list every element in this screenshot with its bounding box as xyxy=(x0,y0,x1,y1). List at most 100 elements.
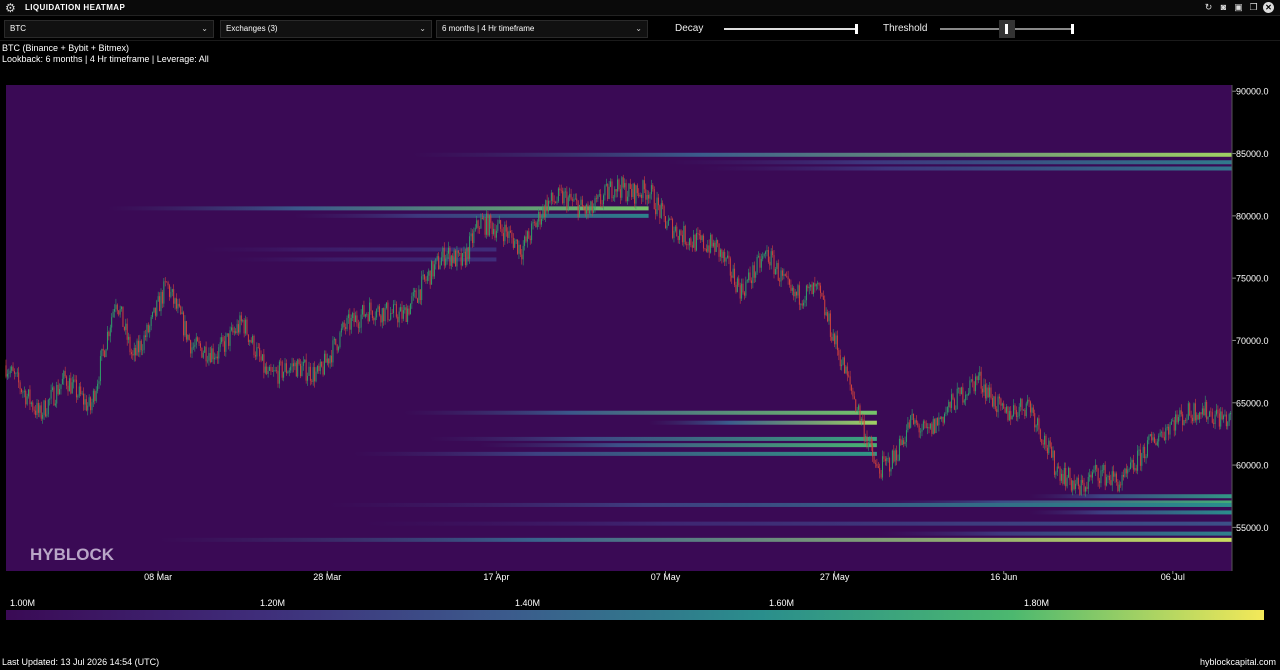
price-candle xyxy=(216,356,218,359)
price-candle xyxy=(896,450,898,461)
price-candle xyxy=(349,314,351,330)
price-candle xyxy=(288,370,290,373)
close-icon[interactable]: ✕ xyxy=(1263,2,1274,13)
price-candle xyxy=(1177,417,1179,423)
price-candle xyxy=(75,379,77,398)
price-candle xyxy=(595,198,597,199)
y-tick-label: 80000.0 xyxy=(1236,211,1269,221)
price-candle xyxy=(1013,405,1015,417)
decay-slider-handle[interactable] xyxy=(855,24,858,34)
price-candle xyxy=(913,413,915,424)
price-candle xyxy=(257,347,259,348)
price-candle xyxy=(168,285,170,297)
price-candle xyxy=(243,320,245,334)
price-candle xyxy=(1097,468,1099,481)
exchanges-select[interactable]: Exchanges (3) ⌄ xyxy=(220,20,432,38)
price-candle xyxy=(615,189,617,192)
price-candle xyxy=(26,396,28,405)
price-candle xyxy=(1007,406,1009,421)
price-candle xyxy=(428,270,430,276)
price-candle xyxy=(1142,446,1144,454)
price-candle xyxy=(898,438,900,461)
camera-icon[interactable]: ◙ xyxy=(1218,2,1229,13)
price-candle xyxy=(759,256,761,268)
liquidation-band xyxy=(361,521,1232,526)
price-candle xyxy=(790,284,792,291)
price-candle xyxy=(604,185,606,196)
price-candle xyxy=(991,398,993,407)
price-candle xyxy=(249,340,251,342)
timeframe-select[interactable]: 6 months | 4 Hr timeframe ⌄ xyxy=(436,20,648,38)
price-candle xyxy=(597,195,599,199)
price-candle xyxy=(711,234,713,247)
price-candle xyxy=(180,306,182,315)
price-candle xyxy=(891,450,893,469)
price-candle xyxy=(291,363,293,367)
price-candle xyxy=(1190,415,1192,418)
price-candle xyxy=(395,304,397,317)
threshold-slider-handle-min[interactable] xyxy=(1005,24,1008,34)
price-candle xyxy=(1221,411,1223,420)
price-candle xyxy=(783,274,785,276)
price-candle xyxy=(794,291,796,297)
price-candle xyxy=(736,278,738,293)
price-candle xyxy=(436,256,438,259)
price-candle xyxy=(105,349,107,358)
price-candle xyxy=(1084,487,1086,492)
price-candle xyxy=(781,270,783,276)
price-candle xyxy=(411,296,413,304)
price-candle xyxy=(853,396,855,400)
save-icon[interactable]: ▣ xyxy=(1233,2,1244,13)
price-candle xyxy=(708,245,710,253)
price-candle xyxy=(704,248,706,250)
price-candle xyxy=(600,194,602,204)
decay-slider[interactable] xyxy=(724,28,858,30)
refresh-icon[interactable]: ↻ xyxy=(1203,2,1214,13)
price-candle xyxy=(996,409,998,413)
price-candle xyxy=(439,265,441,270)
price-candle xyxy=(852,390,854,397)
price-candle xyxy=(122,306,124,327)
price-candle xyxy=(811,284,813,295)
threshold-slider-handle-max[interactable] xyxy=(1071,24,1074,34)
price-candle xyxy=(632,183,634,197)
price-candle xyxy=(1022,409,1024,411)
y-tick-label: 65000.0 xyxy=(1236,398,1269,408)
price-candle xyxy=(960,387,962,395)
price-candle xyxy=(618,179,620,190)
price-candle xyxy=(19,382,21,390)
price-candle xyxy=(845,366,847,374)
price-candle xyxy=(246,319,248,335)
price-candle xyxy=(515,239,517,242)
price-candle xyxy=(772,251,774,256)
price-candle xyxy=(1199,412,1201,420)
price-candle xyxy=(946,407,948,413)
price-candle xyxy=(550,192,552,201)
copy-icon[interactable]: ❐ xyxy=(1248,2,1259,13)
price-candle xyxy=(453,250,455,264)
price-candle xyxy=(512,237,514,248)
gear-icon[interactable]: ⚙ xyxy=(5,1,16,15)
price-candle xyxy=(773,255,775,275)
price-candle xyxy=(1059,467,1061,481)
price-candle xyxy=(756,257,758,273)
price-candle xyxy=(705,248,707,252)
price-candle xyxy=(645,189,647,200)
heatmap-chart[interactable]: 90000.0 85000.0 80000.0 75000.0 70000.0 65000… xyxy=(0,78,1280,593)
y-tick-label: 55000.0 xyxy=(1236,523,1269,533)
price-candle xyxy=(784,274,786,276)
liquidation-band xyxy=(158,537,1232,542)
price-candle xyxy=(638,193,640,197)
price-candle xyxy=(941,416,943,419)
price-candle xyxy=(1230,413,1232,415)
site-link[interactable]: hyblockcapital.com xyxy=(1200,657,1276,667)
price-candle xyxy=(828,313,830,322)
price-candle xyxy=(911,413,913,416)
price-candle xyxy=(459,253,461,254)
price-candle xyxy=(1108,475,1110,481)
colorbar-label: 1.40M xyxy=(515,598,541,608)
price-candle xyxy=(801,303,803,306)
price-candle xyxy=(910,415,912,428)
price-candle xyxy=(549,200,551,202)
symbol-select[interactable]: BTC ⌄ xyxy=(4,20,214,38)
